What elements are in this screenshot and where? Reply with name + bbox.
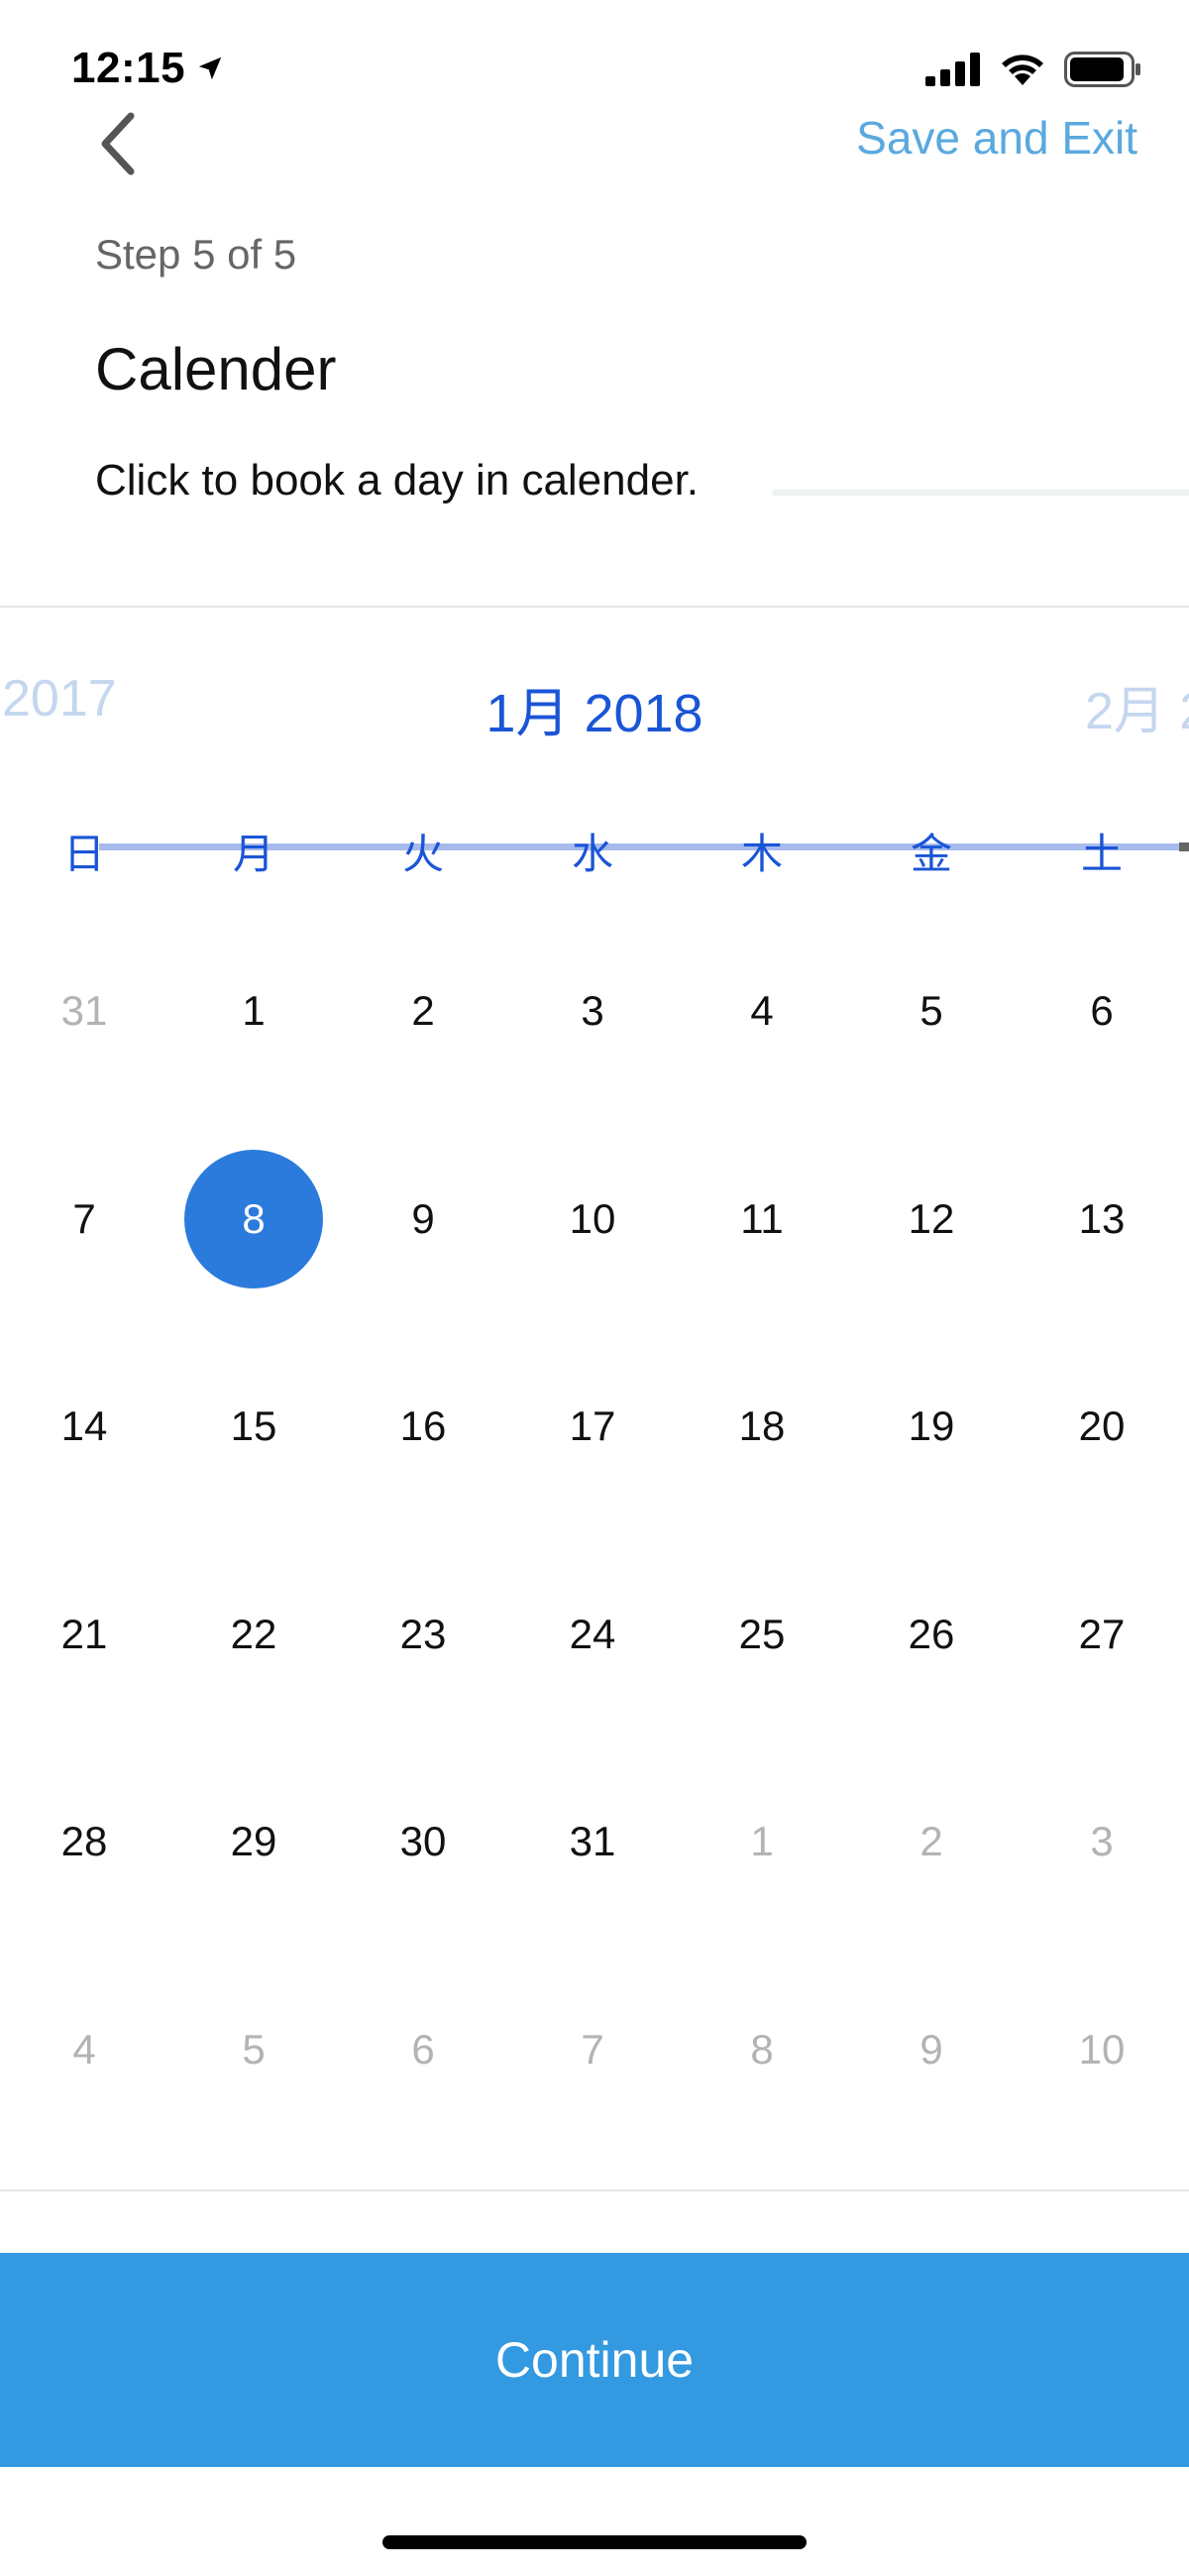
calendar-day[interactable]: 31 — [15, 942, 154, 1080]
calendar-day[interactable]: 30 — [354, 1772, 492, 1911]
calendar-day[interactable]: 7 — [523, 1980, 662, 2119]
calendar-day[interactable]: 7 — [15, 1150, 154, 1288]
page-title: Calender — [95, 336, 337, 402]
instruction-text: Click to book a day in calender. — [95, 456, 700, 504]
back-button[interactable] — [87, 104, 147, 183]
calendar-day[interactable]: 10 — [523, 1150, 662, 1288]
calendar-day[interactable]: 4 — [693, 942, 831, 1080]
cellular-signal-icon — [925, 53, 980, 86]
calendar-day[interactable]: 6 — [354, 1980, 492, 2119]
calendar-day[interactable]: 5 — [184, 1980, 323, 2119]
calendar-day[interactable]: 29 — [184, 1772, 323, 1911]
home-indicator — [382, 2535, 807, 2549]
calendar-day[interactable]: 31 — [523, 1772, 662, 1911]
calendar-day[interactable]: 27 — [1032, 1565, 1171, 1704]
calendar-day[interactable]: 8 — [693, 1980, 831, 2119]
calendar-day[interactable]: 19 — [862, 1357, 1001, 1496]
weekday-label: 火 — [401, 831, 444, 877]
calendar-day[interactable]: 26 — [862, 1565, 1001, 1704]
weekday-label: 土 — [1080, 831, 1123, 877]
instruction-underline — [773, 490, 1189, 496]
divider — [0, 606, 1189, 608]
calendar-day-selected[interactable]: 8 — [184, 1150, 323, 1288]
calendar-day[interactable]: 14 — [15, 1357, 154, 1496]
calendar-day[interactable]: 12 — [862, 1150, 1001, 1288]
current-month-label: 1月 2018 — [486, 684, 703, 743]
calendar-day[interactable]: 25 — [693, 1565, 831, 1704]
calendar-day[interactable]: 20 — [1032, 1357, 1171, 1496]
calendar-day[interactable]: 16 — [354, 1357, 492, 1496]
calendar-day[interactable]: 1 — [693, 1772, 831, 1911]
calendar-day[interactable]: 21 — [15, 1565, 154, 1704]
weekday-line-end — [1179, 842, 1189, 851]
calendar-day[interactable]: 2 — [862, 1772, 1001, 1911]
calendar-day[interactable]: 3 — [1032, 1772, 1171, 1911]
save-and-exit-button[interactable]: Save and Exit — [856, 111, 1137, 165]
divider — [0, 2189, 1189, 2191]
status-bar-indicators — [925, 52, 1141, 87]
calendar-day[interactable]: 24 — [523, 1565, 662, 1704]
calendar-day[interactable]: 13 — [1032, 1150, 1171, 1288]
calendar-day[interactable]: 17 — [523, 1357, 662, 1496]
calendar-day[interactable]: 5 — [862, 942, 1001, 1080]
calendar-day[interactable]: 28 — [15, 1772, 154, 1911]
location-arrow-icon — [198, 56, 222, 80]
next-month-label[interactable]: 2月 2 — [1085, 669, 1189, 743]
chevron-left-icon — [101, 112, 135, 175]
continue-button[interactable]: Continue — [0, 2253, 1189, 2467]
calendar-day[interactable]: 9 — [354, 1150, 492, 1288]
calendar-day[interactable]: 3 — [523, 942, 662, 1080]
weekday-header: 日月火水木金土 — [0, 813, 1189, 882]
wifi-icon — [1002, 55, 1043, 85]
calendar-day[interactable]: 23 — [354, 1565, 492, 1704]
calendar-day[interactable]: 4 — [15, 1980, 154, 2119]
weekday-label: 日 — [62, 831, 105, 877]
weekday-label: 金 — [910, 831, 952, 877]
calendar-day[interactable]: 15 — [184, 1357, 323, 1496]
calendar-day[interactable]: 18 — [693, 1357, 831, 1496]
weekday-label: 木 — [740, 831, 783, 877]
calendar-day[interactable]: 11 — [693, 1150, 831, 1288]
weekday-label: 月 — [232, 831, 274, 877]
step-indicator: Step 5 of 5 — [95, 231, 297, 278]
weekday-label: 水 — [571, 831, 613, 877]
calendar-day[interactable]: 6 — [1032, 942, 1171, 1080]
calendar-day[interactable]: 1 — [184, 942, 323, 1080]
status-time-text: 12:15 — [71, 44, 186, 92]
calendar-day[interactable]: 2 — [354, 942, 492, 1080]
calendar-day[interactable]: 10 — [1032, 1980, 1171, 2119]
battery-icon — [1064, 52, 1140, 87]
calendar-day[interactable]: 22 — [184, 1565, 323, 1704]
calendar-day[interactable]: 9 — [862, 1980, 1001, 2119]
status-bar-time: 12:15 — [71, 44, 225, 93]
screen: 12:15 Save and Exit Step 5 of 5 Calender… — [0, 0, 1189, 2576]
